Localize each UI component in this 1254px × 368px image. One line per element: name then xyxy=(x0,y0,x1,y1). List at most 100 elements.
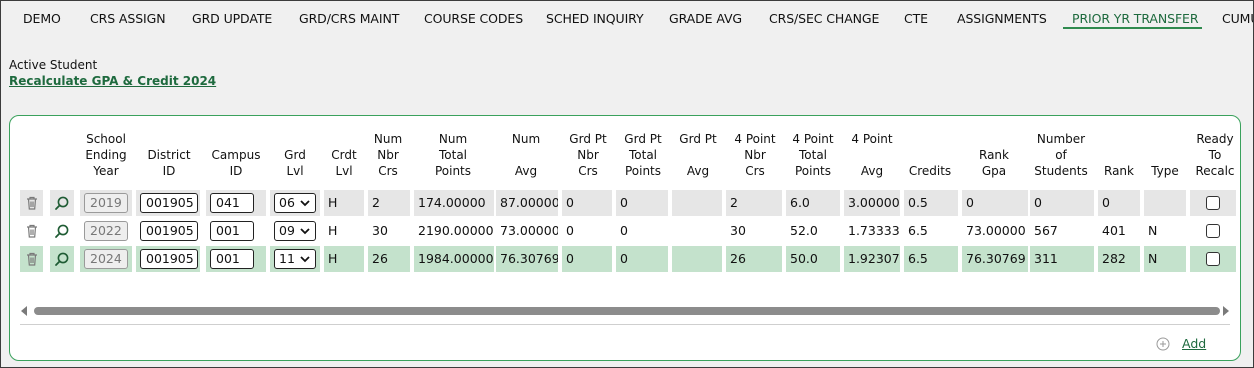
scroll-left-arrow-icon[interactable] xyxy=(20,306,28,316)
header-school-year: School Ending Year xyxy=(85,132,127,178)
chevron-down-icon xyxy=(300,256,310,263)
horizontal-scrollbar[interactable] xyxy=(20,303,1230,319)
header-num-total-points: Num Total Points xyxy=(434,132,472,178)
num-nbr-crs-value: 30 xyxy=(372,223,388,238)
ready-to-recalc-checkbox[interactable] xyxy=(1206,196,1220,210)
student-status: Active Student xyxy=(9,58,98,72)
trash-icon[interactable] xyxy=(24,251,40,267)
tab-demo[interactable]: DEMO xyxy=(23,11,61,26)
add-link[interactable]: Add xyxy=(1182,336,1206,351)
grd-lvl-select[interactable]: 11 xyxy=(274,249,316,269)
4pt-avg-value: 1.73333 xyxy=(848,223,900,238)
district-id-input[interactable]: 001905 xyxy=(140,249,198,269)
header-ready-to-recalc: Ready To Recalc xyxy=(1195,132,1235,178)
4pt-nbr-crs-value: 26 xyxy=(726,246,782,272)
rank-value: 401 xyxy=(1102,223,1126,238)
header-4pt-avg: 4 Point Avg xyxy=(851,132,893,178)
tab-grd-crs-maint[interactable]: GRD/CRS MAINT xyxy=(299,11,399,26)
number-of-students-value: 311 xyxy=(1030,246,1094,272)
num-nbr-crs-value: 2 xyxy=(368,190,410,216)
type-value: N xyxy=(1144,246,1186,272)
header-crdt-lvl: Crdt Lvl xyxy=(331,148,357,178)
header-type: Type xyxy=(1151,164,1179,178)
rank-value: 0 xyxy=(1098,190,1140,216)
num-total-points-value: 1984.00000 xyxy=(414,246,494,272)
active-tab-indicator xyxy=(1063,27,1202,29)
campus-id-input[interactable]: 001 xyxy=(210,249,254,269)
grd-lvl-select[interactable]: 06 xyxy=(274,193,316,213)
header-number-of-students: Number of Students xyxy=(1034,132,1088,178)
grdpt-nbr-crs-value: 0 xyxy=(566,223,574,238)
tab-bar: DEMO CRS ASSIGN GRD UPDATE GRD/CRS MAINT… xyxy=(1,1,1253,33)
type-value: N xyxy=(1148,223,1158,238)
trash-icon[interactable] xyxy=(24,195,40,211)
prior-year-grid: School Ending Year District ID Campus ID Grd… xyxy=(9,115,1241,361)
num-nbr-crs-value: 26 xyxy=(368,246,410,272)
tab-cumu[interactable]: CUMU xyxy=(1222,11,1253,26)
chevron-down-icon xyxy=(300,228,310,235)
ready-to-recalc-checkbox[interactable] xyxy=(1206,252,1220,266)
tab-crs-sec-change[interactable]: CRS/SEC CHANGE xyxy=(769,11,879,26)
school-year-input[interactable]: 2022 xyxy=(84,221,128,241)
rank-value: 282 xyxy=(1098,246,1140,272)
4pt-nbr-crs-value: 30 xyxy=(730,223,746,238)
header-grd-lvl: Grd Lvl xyxy=(284,148,306,178)
credits-value: 6.5 xyxy=(904,246,958,272)
search-icon[interactable] xyxy=(54,223,70,239)
num-avg-value: 76.30769 xyxy=(496,246,558,272)
tab-crs-assign[interactable]: CRS ASSIGN xyxy=(90,11,166,26)
grdpt-nbr-crs-value: 0 xyxy=(562,190,612,216)
ready-to-recalc-checkbox[interactable] xyxy=(1206,224,1220,238)
district-id-input[interactable]: 001905 xyxy=(140,193,198,213)
scroll-right-arrow-icon[interactable] xyxy=(1222,306,1230,316)
header-campus-id: Campus ID xyxy=(211,148,261,178)
grd-lvl-select[interactable]: 09 xyxy=(274,221,316,241)
recalculate-gpa-link[interactable]: Recalculate GPA & Credit 2024 xyxy=(9,74,216,88)
school-year-input[interactable]: 2019 xyxy=(84,193,128,213)
tab-grade-avg[interactable]: GRADE AVG xyxy=(669,11,742,26)
credits-value: 6.5 xyxy=(908,223,928,238)
search-icon[interactable] xyxy=(54,195,70,211)
trash-icon[interactable] xyxy=(24,223,40,239)
divider xyxy=(20,324,1230,325)
header-district-id: District ID xyxy=(147,148,191,178)
campus-id-input[interactable]: 001 xyxy=(210,221,254,241)
4pt-nbr-crs-value: 2 xyxy=(726,190,782,216)
plus-circle-icon[interactable] xyxy=(1156,337,1170,351)
4pt-total-points-value: 50.0 xyxy=(786,246,840,272)
crdt-lvl-value: H xyxy=(324,246,364,272)
4pt-avg-value: 1.92307 xyxy=(844,246,900,272)
header-rank-gpa: Rank Gpa xyxy=(979,148,1009,178)
tab-grd-update[interactable]: GRD UPDATE xyxy=(192,11,272,26)
num-avg-value: 73.00000 xyxy=(500,223,558,238)
grdpt-total-points-value: 0 xyxy=(616,190,668,216)
header-num-nbr-crs: Num Nbr Crs xyxy=(373,132,403,178)
school-year-input[interactable]: 2024 xyxy=(84,249,128,269)
grdpt-total-points-value: 0 xyxy=(620,223,628,238)
crdt-lvl-value: H xyxy=(328,223,338,238)
rank-gpa-value: 73.00000 xyxy=(966,223,1026,238)
tab-cte[interactable]: CTE xyxy=(904,11,928,26)
type-value xyxy=(1144,190,1186,216)
tab-assignments[interactable]: ASSIGNMENTS xyxy=(957,11,1047,26)
header-credits: Credits xyxy=(908,164,952,178)
campus-id-input[interactable]: 041 xyxy=(210,193,254,213)
grdpt-avg-value xyxy=(672,246,722,272)
header-rank: Rank xyxy=(1104,164,1134,178)
grdpt-total-points-value: 0 xyxy=(616,246,668,272)
scrollbar-thumb[interactable] xyxy=(34,307,1220,315)
rank-gpa-value: 76.30769 xyxy=(962,246,1028,272)
num-avg-value: 87.00000 xyxy=(496,190,558,216)
header-4pt-total-points: 4 Point Total Points xyxy=(792,132,834,178)
num-total-points-value: 174.00000 xyxy=(414,190,494,216)
credits-value: 0.5 xyxy=(904,190,958,216)
tab-sched-inquiry[interactable]: SCHED INQUIRY xyxy=(546,11,644,26)
header-num-avg: Num Avg xyxy=(511,132,541,178)
tab-prior-yr-transfer[interactable]: PRIOR YR TRANSFER xyxy=(1072,11,1199,26)
tab-course-codes[interactable]: COURSE CODES xyxy=(424,11,523,26)
district-id-input[interactable]: 001905 xyxy=(140,221,198,241)
search-icon[interactable] xyxy=(54,251,70,267)
header-grdpt-nbr-crs: Grd Pt Nbr Crs xyxy=(569,132,607,178)
number-of-students-value: 0 xyxy=(1030,190,1094,216)
grdpt-avg-value xyxy=(672,190,722,216)
